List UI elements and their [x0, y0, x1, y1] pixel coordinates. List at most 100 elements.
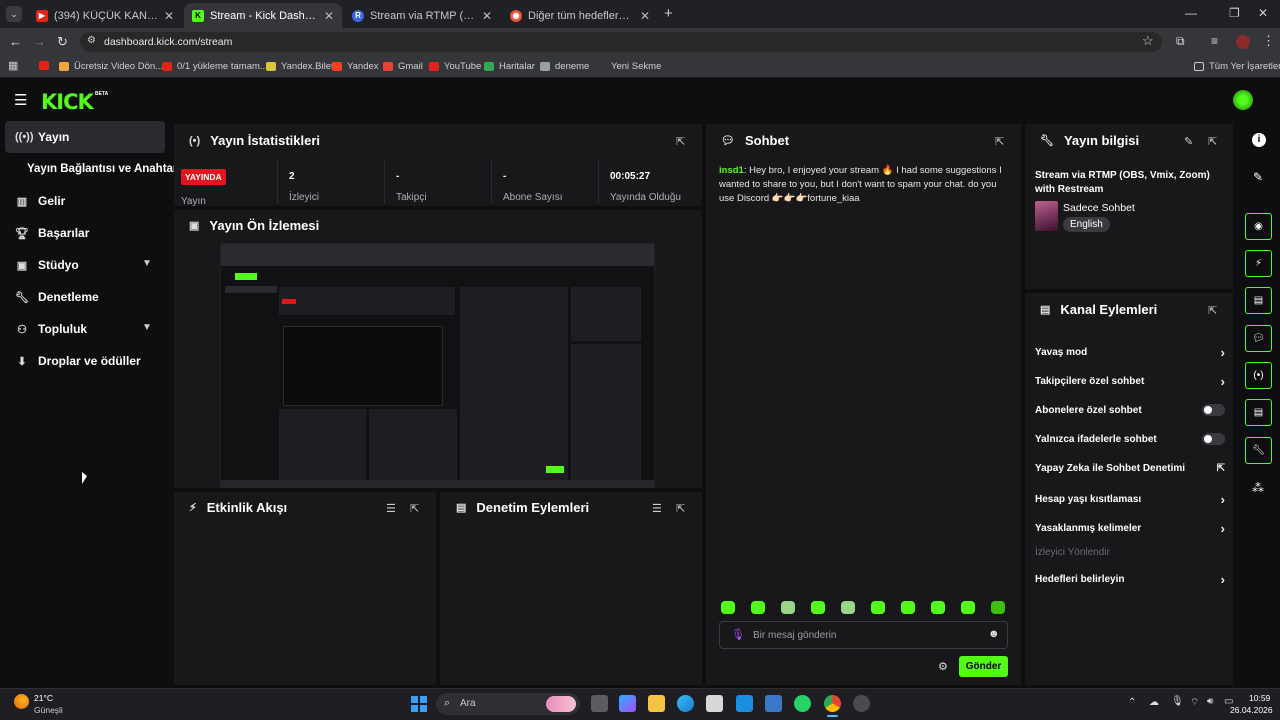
task-view-icon[interactable] — [591, 695, 608, 712]
kick-logo[interactable]: KICK — [41, 90, 94, 114]
popout-icon[interactable]: ⇱ — [676, 135, 685, 148]
emoji-icon[interactable]: ☻ — [988, 628, 1000, 640]
address-bar[interactable]: ⚙ dashboard.kick.com/stream ☆ — [80, 32, 1162, 52]
nav-item-stream-key[interactable]: Yayın Bağlantısı ve Anahtarı — [5, 153, 181, 185]
emote-icon[interactable] — [871, 601, 885, 614]
store-icon[interactable] — [706, 695, 723, 712]
bookmark-item[interactable]: deneme — [540, 61, 589, 72]
browser-tab-youtube[interactable]: ▶ (394) KÜÇÜK KANALLARI "BİTİ ✕ — [28, 3, 182, 28]
nav-item-studyo[interactable]: ▣ Stüdyo — [5, 249, 165, 281]
popout-icon[interactable]: ⇱ — [1208, 135, 1217, 148]
back-icon[interactable]: ← — [9, 34, 22, 49]
emote-icon[interactable] — [931, 601, 945, 614]
browser-menu-icon[interactable]: ⋮ — [1262, 33, 1275, 49]
mail-icon[interactable] — [736, 695, 753, 712]
bookmark-item[interactable] — [39, 61, 54, 70]
nav-item-gelir[interactable]: ▥ Gelir — [5, 185, 165, 217]
restore-icon[interactable]: ❐ — [1229, 6, 1240, 20]
emote-icon[interactable] — [991, 601, 1005, 614]
category-name[interactable]: Sadece Sohbet — [1063, 202, 1135, 214]
browser-tab-restream[interactable]: R Stream via RTMP (OBS, Vmix, Z ✕ — [344, 3, 500, 28]
nav-item-droplar[interactable]: ⬇ Droplar ve ödüller — [5, 345, 165, 377]
rail-activity-button[interactable]: ⚡︎ — [1245, 250, 1272, 277]
photos-icon[interactable] — [765, 695, 782, 712]
bookmark-item[interactable]: 0/1 yükleme tamam... — [162, 61, 268, 72]
close-tab-icon[interactable]: ✕ — [640, 9, 650, 23]
nav-item-denetleme[interactable]: 🔧︎ Denetleme — [5, 281, 165, 313]
rail-chat-button[interactable]: 💬︎ — [1245, 325, 1272, 352]
close-tab-icon[interactable]: ✕ — [324, 9, 334, 23]
close-tab-icon[interactable]: ✕ — [482, 9, 492, 23]
nav-item-basarilar[interactable]: 🏆︎ Başarılar — [5, 217, 165, 249]
popout-icon[interactable]: ⇱ — [995, 135, 1004, 148]
taskbar-search[interactable]: ⌕ Ara — [436, 693, 580, 715]
reload-icon[interactable]: ↻ — [57, 34, 68, 50]
action-account-age[interactable]: Hesap yaşı kısıtlaması › — [1035, 492, 1225, 507]
emote-icon[interactable] — [841, 601, 855, 614]
popout-icon[interactable]: ⇱ — [1208, 304, 1217, 317]
forward-icon[interactable]: → — [33, 34, 46, 49]
extensions-cluster-icon[interactable]: ⁂ — [1252, 481, 1264, 495]
apps-grid-icon[interactable]: ▦ — [8, 59, 18, 72]
chevron-down-icon[interactable]: ▼ — [142, 322, 152, 333]
user-avatar[interactable] — [1233, 90, 1253, 110]
microphone-icon[interactable]: 🎙︎ — [731, 628, 745, 641]
microphone-tray-icon[interactable]: 🎙︎ — [1171, 696, 1184, 707]
rail-broadcast-button[interactable]: (•) — [1245, 362, 1272, 389]
emote-icon[interactable] — [721, 601, 735, 614]
chat-input[interactable]: 🎙︎ Bir mesaj gönderin ☻ — [719, 621, 1008, 649]
filter-icon[interactable]: ☰ — [652, 502, 662, 515]
emote-icon[interactable] — [751, 601, 765, 614]
nav-item-topluluk[interactable]: ⚇ Topluluk — [5, 313, 165, 345]
bookmark-item[interactable]: Gmail — [383, 61, 423, 72]
action-set-goals[interactable]: Hedefleri belirleyin › — [1035, 572, 1225, 587]
minimize-icon[interactable]: — — [1185, 6, 1197, 20]
profile-avatar[interactable] — [1236, 35, 1250, 49]
rail-modlog-button[interactable]: ▤ — [1245, 287, 1272, 314]
chevron-down-icon[interactable]: ▼ — [142, 258, 152, 269]
bookmark-item[interactable]: YouTube — [429, 61, 481, 72]
browser-tab-kick-dashboard[interactable]: K Stream - Kick Dashboard ✕ — [184, 3, 342, 28]
bookmark-item[interactable]: Yandex.Bilet — [266, 61, 334, 72]
site-info-icon[interactable]: ⚙ — [87, 35, 96, 46]
browser-tab-destinations[interactable]: ◉ Diğer tüm hedeflere bağlantı s ✕ — [502, 3, 658, 28]
settings-app-icon[interactable] — [853, 695, 870, 712]
clock-date[interactable]: 26.04.2026 — [1230, 705, 1273, 715]
windows-start-icon[interactable] — [411, 696, 427, 712]
emote-icon[interactable] — [901, 601, 915, 614]
menu-toggle-icon[interactable]: ☰ — [14, 91, 27, 109]
tab-search-icon[interactable]: ⌄ — [6, 6, 22, 22]
popout-icon[interactable]: ⇱ — [676, 502, 685, 515]
bookmark-item[interactable]: Yandex — [332, 61, 379, 72]
all-bookmarks[interactable]: Tüm Yer İşaretleri — [1194, 61, 1280, 72]
filter-icon[interactable]: ☰ — [386, 502, 396, 515]
bookmark-item[interactable]: Haritalar — [484, 61, 535, 72]
close-tab-icon[interactable]: ✕ — [164, 9, 174, 23]
rail-camera-button[interactable]: ◉ — [1245, 213, 1272, 240]
chrome-icon[interactable] — [824, 695, 841, 712]
new-tab-icon[interactable]: + — [664, 5, 673, 22]
chat-username[interactable]: insd1 — [719, 165, 744, 176]
copilot-icon[interactable] — [619, 695, 636, 712]
category-thumbnail[interactable] — [1035, 201, 1058, 231]
tab-media-icon[interactable]: ≡ — [1211, 34, 1218, 48]
popout-icon[interactable]: ⇱ — [410, 502, 419, 515]
edit-icon[interactable]: ✎ — [1184, 135, 1193, 148]
stream-preview-video[interactable] — [220, 243, 655, 488]
emote-icon[interactable] — [961, 601, 975, 614]
rail-actions-button[interactable]: ▤ — [1245, 399, 1272, 426]
volume-icon[interactable]: 🔊︎ — [1207, 696, 1213, 707]
cloud-icon[interactable]: ☁ — [1149, 697, 1159, 708]
bookmark-item[interactable]: Yeni Sekme — [596, 61, 661, 72]
network-icon[interactable]: ⌔ — [1190, 696, 1199, 709]
action-followers-only[interactable]: Takipçilere özel sohbet › — [1035, 374, 1225, 389]
subscribers-only-toggle[interactable] — [1202, 404, 1225, 416]
edit-layout-icon[interactable]: ✎ — [1253, 170, 1263, 184]
emote-icon[interactable] — [811, 601, 825, 614]
bookmark-star-icon[interactable]: ☆ — [1142, 33, 1154, 49]
edge-icon[interactable] — [677, 695, 694, 712]
nav-item-yayin[interactable]: ((•)) Yayın — [5, 121, 165, 153]
emotes-only-toggle[interactable] — [1202, 433, 1225, 445]
weather-icon[interactable] — [14, 694, 29, 709]
action-banned-words[interactable]: Yasaklanmış kelimeler › — [1035, 521, 1225, 536]
